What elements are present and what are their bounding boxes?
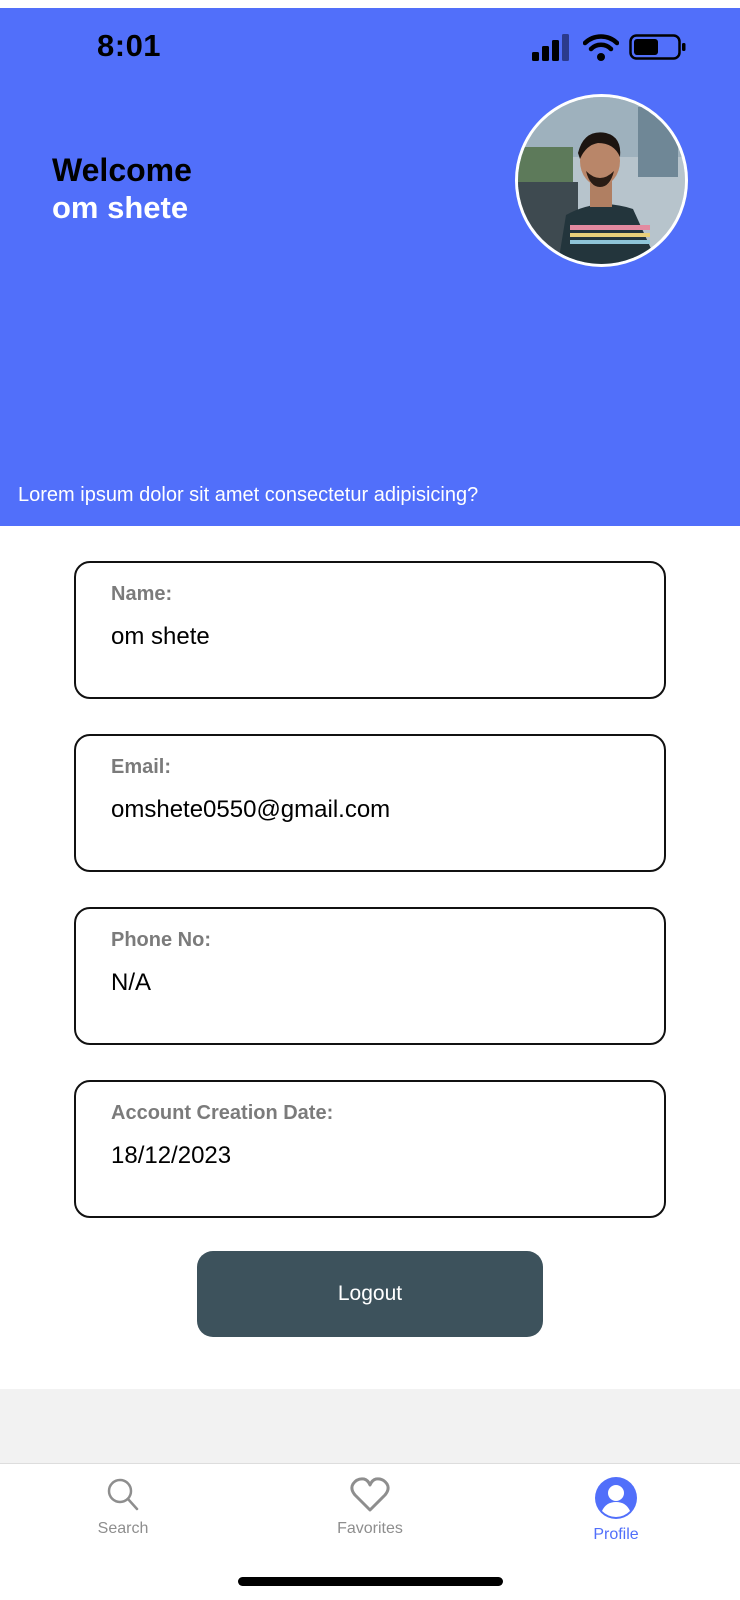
name-card: Name: om shete [74,561,666,699]
phone-card: Phone No: N/A [74,907,666,1045]
phone-value: N/A [111,969,152,996]
top-strip [0,0,740,8]
profile-header: 8:01 Welcome om shete Lorem ipsum dolor … [0,8,740,526]
tab-favorites[interactable]: Favorites [300,1476,440,1556]
name-value: om shete [111,623,210,650]
tab-profile-label: Profile [593,1526,639,1543]
welcome-heading: Welcome [52,152,192,188]
email-card: Email: omshete0550@gmail.com [74,734,666,872]
email-value: omshete0550@gmail.com [111,796,391,823]
tab-favorites-label: Favorites [337,1520,403,1537]
logout-button[interactable]: Logout [197,1251,543,1337]
battery-icon [629,34,686,60]
avatar[interactable] [515,94,688,267]
tab-profile[interactable]: Profile [546,1476,686,1556]
phone-label: Phone No: [111,929,211,951]
content-footer-band [0,1389,740,1464]
heart-icon [350,1477,390,1512]
name-label: Name: [111,583,173,605]
tab-search-label: Search [97,1520,149,1537]
cellular-signal-icon [532,34,569,61]
home-indicator[interactable] [238,1577,503,1586]
account-creation-value: 18/12/2023 [111,1142,232,1169]
tab-search[interactable]: Search [53,1476,193,1556]
wifi-icon [583,34,619,61]
avatar-photo [518,97,685,264]
profile-screen: 8:01 Welcome om shete Lorem ipsum dolor … [0,0,740,1600]
account-creation-card: Account Creation Date: 18/12/2023 [74,1080,666,1218]
search-icon [107,1478,139,1511]
status-icons [532,32,692,62]
profile-icon [595,1477,637,1519]
header-tagline: Lorem ipsum dolor sit amet consectetur a… [18,484,479,506]
welcome-user-name: om shete [52,190,189,225]
account-creation-label: Account Creation Date: [111,1102,334,1124]
status-time: 8:01 [97,28,162,63]
email-label: Email: [111,756,172,778]
